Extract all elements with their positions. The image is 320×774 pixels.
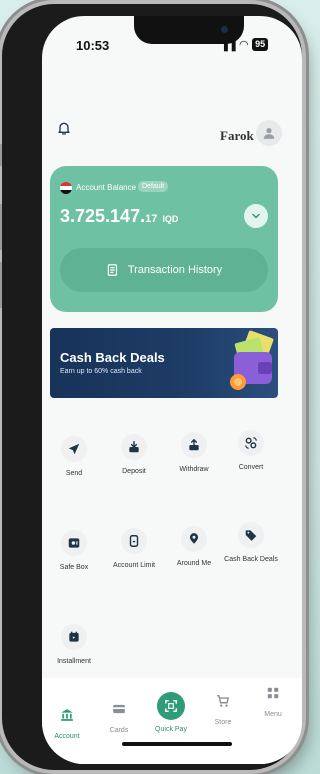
withdraw-icon bbox=[189, 438, 199, 451]
tab-label: Store bbox=[214, 719, 232, 726]
tab-label: Account bbox=[54, 733, 80, 740]
action-around-me[interactable]: Around Me bbox=[165, 526, 223, 567]
action-withdraw[interactable]: Withdraw bbox=[165, 432, 223, 473]
transaction-history-label: Transaction History bbox=[127, 264, 223, 276]
qr-icon bbox=[165, 700, 177, 712]
location-icon bbox=[189, 533, 199, 544]
tab-cards[interactable]: Cards bbox=[94, 702, 144, 734]
home-indicator bbox=[122, 742, 232, 746]
bank-icon bbox=[61, 709, 73, 721]
action-label: Convert bbox=[238, 464, 264, 471]
wifi-icon: ◠ bbox=[239, 39, 249, 51]
chevron-down-icon bbox=[252, 213, 260, 219]
username: Farok bbox=[220, 128, 254, 143]
installment-icon bbox=[69, 631, 79, 642]
action-deposit[interactable]: Deposit bbox=[105, 434, 163, 475]
action-label: Cash Back Deals bbox=[224, 556, 278, 563]
tab-label: Menu bbox=[264, 711, 282, 718]
tab-store[interactable]: Store bbox=[198, 694, 248, 726]
tag-icon bbox=[245, 530, 257, 541]
phone-frame: 10:53 ▐▐ ◠ 95 Farok Account Balance Defa… bbox=[0, 4, 302, 770]
volume-up-button bbox=[0, 204, 2, 250]
send-icon bbox=[68, 443, 80, 455]
action-convert[interactable]: Convert bbox=[222, 430, 280, 471]
bottom-tab-bar: Account Cards Quick Pay Store Menu bbox=[42, 678, 302, 764]
iraq-flag-icon bbox=[60, 182, 72, 194]
status-time: 10:53 bbox=[76, 38, 110, 53]
camera-icon bbox=[221, 26, 228, 33]
balance-amount-decimal: 17 bbox=[145, 213, 158, 225]
tab-label: Quick Pay bbox=[155, 726, 187, 733]
user-icon bbox=[263, 128, 275, 139]
cart-icon bbox=[217, 695, 230, 707]
action-account-limit[interactable]: Account Limit bbox=[105, 528, 163, 569]
action-label: Deposit bbox=[122, 468, 146, 475]
receipt-icon bbox=[107, 264, 117, 276]
balance-amount-integer: 3.725.147. bbox=[60, 206, 146, 226]
wallet-illustration-icon bbox=[230, 330, 274, 390]
card-icon bbox=[113, 704, 125, 714]
tab-label: Cards bbox=[109, 727, 129, 734]
default-badge: Default bbox=[138, 181, 169, 192]
action-label: Installment bbox=[57, 658, 91, 665]
tab-account[interactable]: Account bbox=[42, 708, 92, 740]
action-installment[interactable]: Installment bbox=[45, 624, 103, 665]
action-label: Withdraw bbox=[179, 466, 209, 473]
promo-title: Cash Back Deals bbox=[60, 350, 165, 365]
battery-icon: 95 bbox=[252, 38, 269, 51]
avatar[interactable] bbox=[256, 120, 282, 146]
app-screen: 10:53 ▐▐ ◠ 95 Farok Account Balance Defa… bbox=[42, 16, 302, 764]
action-label: Safe Box bbox=[59, 564, 89, 571]
account-limit-icon bbox=[129, 535, 139, 547]
action-safe-box[interactable]: Safe Box bbox=[45, 530, 103, 571]
bell-icon[interactable] bbox=[56, 120, 72, 136]
grid-icon bbox=[267, 687, 279, 699]
action-label: Account Limit bbox=[112, 562, 156, 569]
action-label: Send bbox=[65, 470, 83, 477]
balance-card: Account Balance Default 3.725.147.17 IQD… bbox=[50, 166, 278, 312]
cashback-promo-banner[interactable]: Cash Back Deals Earn up to 60% cash back bbox=[50, 328, 278, 398]
deposit-icon bbox=[129, 441, 139, 453]
tab-menu[interactable]: Menu bbox=[248, 686, 298, 718]
promo-subtitle: Earn up to 60% cash back bbox=[60, 368, 142, 375]
volume-down-button bbox=[0, 262, 2, 308]
tab-quick-pay[interactable]: Quick Pay bbox=[146, 692, 196, 733]
transaction-history-button[interactable]: Transaction History bbox=[60, 248, 268, 292]
action-send[interactable]: Send bbox=[45, 436, 103, 477]
balance-label: Account Balance bbox=[76, 183, 137, 192]
action-cash-back-deals[interactable]: Cash Back Deals bbox=[222, 522, 280, 563]
account-switch-button[interactable] bbox=[244, 204, 268, 228]
balance-currency: IQD bbox=[162, 214, 179, 224]
balance-amount: 3.725.147.17 IQD bbox=[60, 206, 178, 227]
signal-icon: ▐▐ bbox=[220, 38, 236, 51]
safe-box-icon bbox=[68, 538, 80, 548]
convert-icon bbox=[245, 437, 257, 449]
mute-switch bbox=[0, 144, 2, 166]
status-icons: ▐▐ ◠ 95 bbox=[220, 38, 269, 51]
status-bar: 10:53 ▐▐ ◠ 95 bbox=[42, 36, 302, 56]
action-label: Around Me bbox=[176, 560, 212, 567]
